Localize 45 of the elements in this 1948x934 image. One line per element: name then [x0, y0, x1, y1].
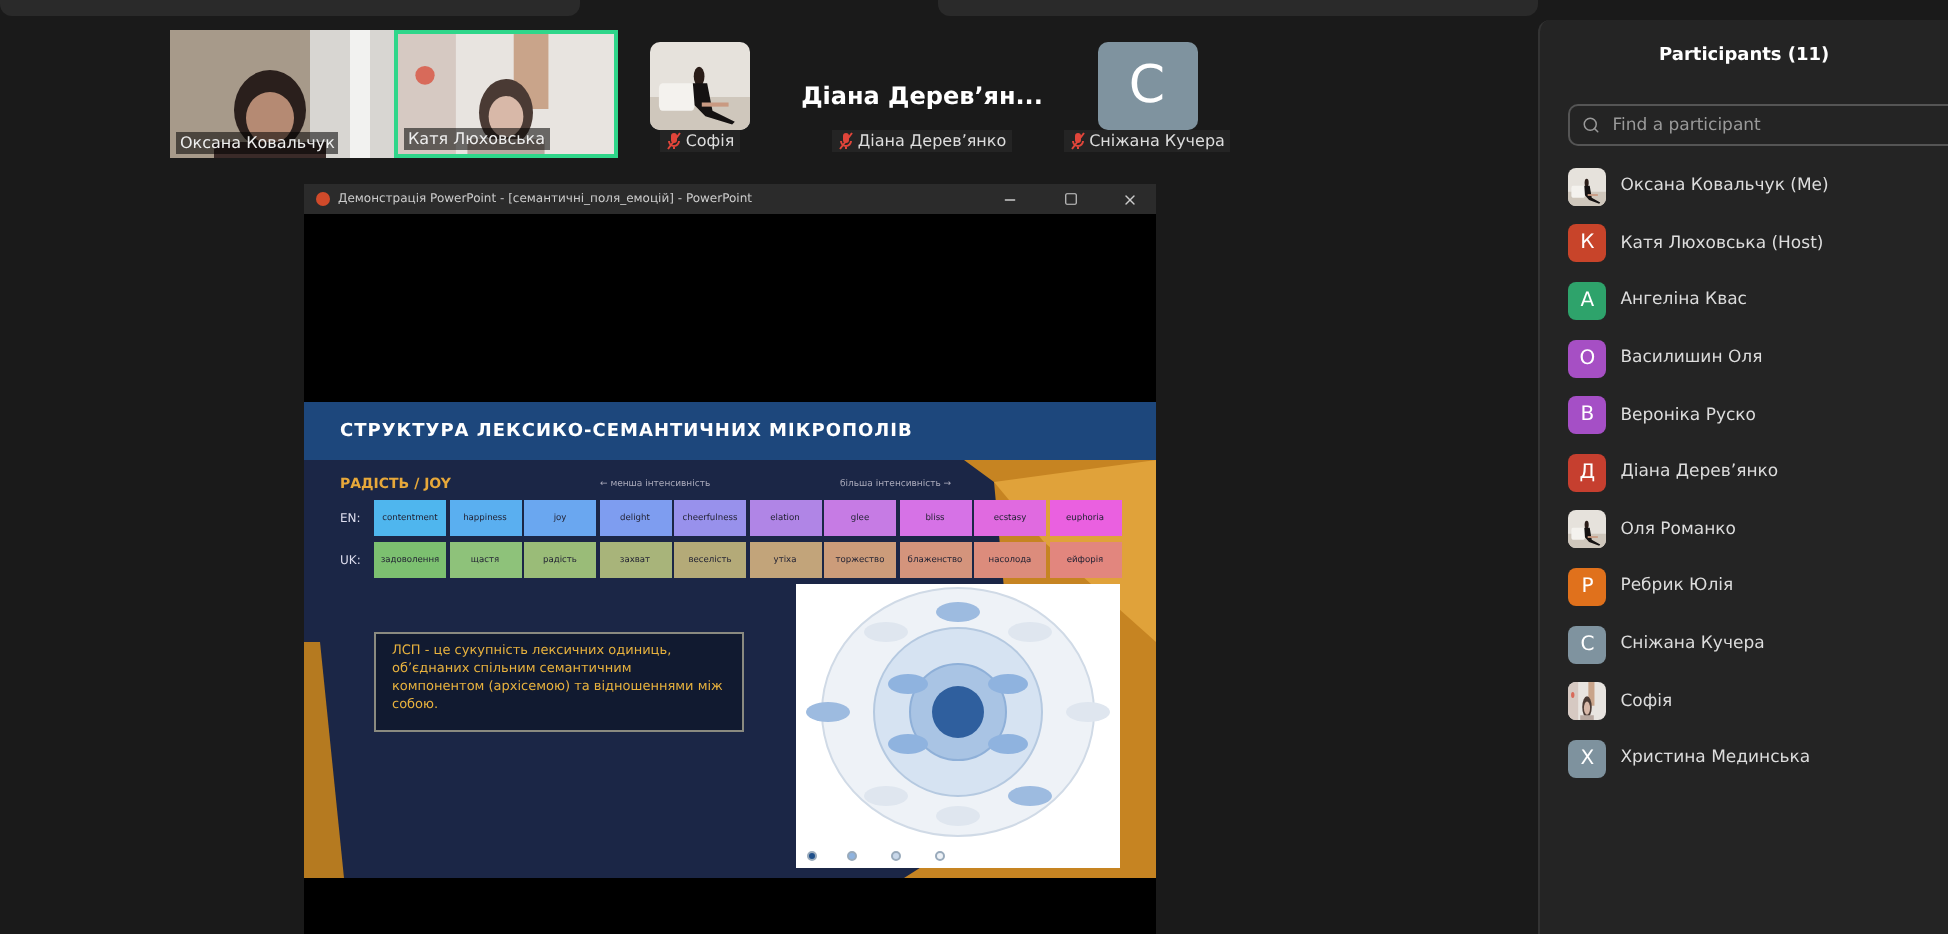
participant-name: Діана Дерев’янко — [1620, 462, 1779, 483]
participant-display-name: Діана Дерев’ян... — [801, 82, 1043, 114]
search-input[interactable]: Find a participant — [1608, 113, 1917, 137]
participant-name: Оксана Ковальчук — [176, 132, 339, 154]
participant-row[interactable]: О Василишин Оля — [1540, 329, 1948, 387]
participant-row[interactable]: Р Ребрик Юлія — [1540, 558, 1948, 616]
participant-row[interactable]: А Ангеліна Квас — [1540, 272, 1948, 330]
avatar: Х — [1568, 739, 1607, 778]
participant-row[interactable]: Оксана Ковальчук (Me) — [1540, 158, 1948, 216]
participant-row[interactable]: Х Христина Мединська — [1540, 729, 1948, 788]
search-field[interactable]: Find a participant — [1568, 104, 1948, 146]
participant-name: Катя Люховська (Host) — [1620, 233, 1824, 254]
avatar: С — [1097, 42, 1197, 130]
video-tile[interactable]: Оксана Ковальчук — [170, 30, 394, 158]
participant-name: Христина Мединська — [1620, 748, 1811, 769]
participant-name: Діана Дерев’янко — [857, 132, 1007, 150]
panel-title: Participants (11) — [1657, 44, 1832, 70]
participant-name: Софія — [685, 132, 735, 150]
participant-name: Оля Романко — [1620, 519, 1736, 540]
participant-name: Софія — [1620, 691, 1673, 712]
avatar: Р — [1568, 567, 1607, 606]
participant-row[interactable]: Д Діана Дерев’янко — [1540, 443, 1948, 502]
avatar: О — [1568, 339, 1607, 378]
participant-name: Ребрик Юлія — [1620, 576, 1734, 597]
participant-row[interactable]: Софія — [1540, 672, 1948, 730]
participant-name: Ангеліна Квас — [1620, 290, 1747, 311]
avatar: А — [1568, 281, 1607, 320]
video-tile[interactable]: Катя Люховська — [394, 30, 618, 158]
participant-row[interactable]: С Сніжана Кучера — [1540, 615, 1948, 673]
participant-row[interactable]: В Вероніка Руско — [1540, 386, 1948, 444]
participant-name: Катя Люховська — [404, 128, 550, 150]
participant-row[interactable]: К Катя Люховська (Host) — [1540, 215, 1948, 273]
search-icon — [1582, 116, 1601, 134]
slide-title: СТРУКТУРА ЛЕКСИКО-СЕМАНТИЧНИХ МІКРОПОЛІВ — [340, 421, 913, 441]
avatar: Д — [1568, 453, 1607, 492]
participant-row[interactable]: Оля Романко — [1540, 501, 1948, 559]
avatar: В — [1568, 396, 1607, 435]
avatar: К — [1568, 224, 1607, 263]
app-icon — [316, 192, 330, 206]
participant-name: Вероніка Руско — [1620, 405, 1756, 426]
participant-name: Сніжана Кучера — [1089, 132, 1225, 150]
participant-name: Василишин Оля — [1620, 348, 1763, 369]
participant-name: Оксана Ковальчук (Me) — [1620, 176, 1829, 197]
avatar: С — [1568, 625, 1607, 664]
participant-name: Сніжана Кучера — [1620, 634, 1765, 655]
